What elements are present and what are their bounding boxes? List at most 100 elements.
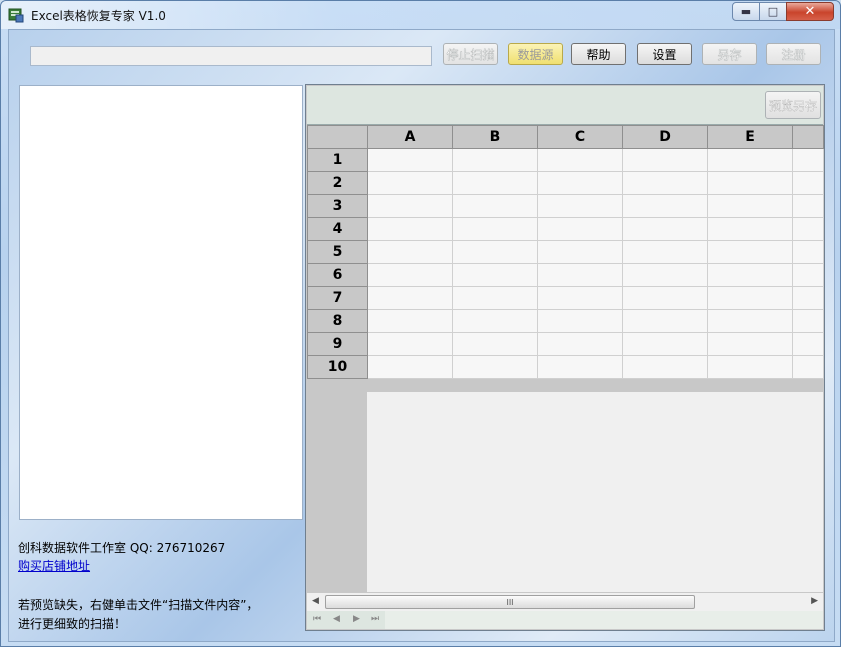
sheet-cell[interactable] — [707, 332, 793, 356]
row-header[interactable]: 5 — [307, 240, 368, 264]
sheet-cell[interactable] — [367, 286, 453, 310]
minimize-button[interactable]: ▬ — [732, 2, 760, 21]
sheet-cell[interactable] — [537, 171, 623, 195]
column-header[interactable]: C — [537, 125, 623, 149]
sheet-cell[interactable] — [452, 286, 538, 310]
sheet-cell[interactable] — [537, 217, 623, 241]
sheet-cell[interactable] — [622, 240, 708, 264]
sheet-cell[interactable] — [792, 332, 824, 356]
row-header[interactable]: 7 — [307, 286, 368, 310]
close-button[interactable]: ✕ — [786, 2, 834, 21]
sheet-cell[interactable] — [367, 148, 453, 172]
sheet-cell[interactable] — [537, 194, 623, 218]
column-header[interactable]: E — [707, 125, 793, 149]
row-header[interactable]: 2 — [307, 171, 368, 195]
sheet-cell[interactable] — [367, 194, 453, 218]
row-header[interactable]: 10 — [307, 355, 368, 379]
sheet-cell[interactable] — [367, 240, 453, 264]
file-list-panel[interactable] — [19, 85, 303, 520]
sheet-cell[interactable] — [367, 309, 453, 333]
sheet-cell[interactable] — [707, 286, 793, 310]
sheet-cell[interactable] — [537, 309, 623, 333]
sheet-cell[interactable] — [792, 194, 824, 218]
sheet-cell[interactable] — [622, 263, 708, 287]
sheet-cell[interactable] — [707, 171, 793, 195]
sheet-cell[interactable] — [622, 194, 708, 218]
row-header[interactable]: 1 — [307, 148, 368, 172]
sheet-cell[interactable] — [452, 217, 538, 241]
sheet-corner[interactable] — [307, 125, 368, 149]
sheet-cell[interactable] — [537, 332, 623, 356]
row-header[interactable]: 8 — [307, 309, 368, 333]
sheet-cell[interactable] — [452, 263, 538, 287]
sheet-cell[interactable] — [707, 355, 793, 379]
preview-save-as-button[interactable]: 预览另存 — [765, 91, 821, 119]
sheet-cell[interactable] — [707, 309, 793, 333]
sheet-cell[interactable] — [537, 240, 623, 264]
sheet-cell[interactable] — [622, 217, 708, 241]
sheet-cell[interactable] — [452, 194, 538, 218]
save-as-button[interactable]: 另存 — [702, 43, 757, 65]
sheet-cell[interactable] — [707, 148, 793, 172]
sheet-cell[interactable] — [452, 332, 538, 356]
scroll-left-icon[interactable]: ◀ — [312, 596, 319, 606]
sheet-cell[interactable] — [537, 286, 623, 310]
sheet-cell[interactable] — [367, 217, 453, 241]
sheet-cell[interactable] — [792, 217, 824, 241]
sheet-cell[interactable] — [622, 171, 708, 195]
sheet-cell[interactable] — [622, 355, 708, 379]
sheet-cell[interactable] — [792, 286, 824, 310]
column-header[interactable]: D — [622, 125, 708, 149]
sheet-cell[interactable] — [622, 332, 708, 356]
sheet-cell[interactable] — [452, 171, 538, 195]
sheet-cell[interactable] — [367, 263, 453, 287]
sheet-grid[interactable]: A B C D E 1 2 3 4 5 6 7 8 9 10 — [307, 125, 824, 379]
sheet-cell[interactable] — [622, 309, 708, 333]
first-sheet-icon[interactable]: ⏮ — [313, 614, 321, 624]
sheet-cell[interactable] — [707, 217, 793, 241]
prev-sheet-icon[interactable]: ◀ — [333, 614, 340, 624]
scroll-right-icon[interactable]: ▶ — [811, 596, 818, 606]
horizontal-scrollbar[interactable]: ◀ III ▶ — [307, 592, 823, 611]
shop-link[interactable]: 购买店铺地址 — [18, 557, 90, 574]
next-sheet-icon[interactable]: ▶ — [353, 614, 360, 624]
data-source-button[interactable]: 数据源 — [508, 43, 563, 65]
path-input[interactable] — [30, 46, 432, 66]
sheet-cell[interactable] — [367, 332, 453, 356]
sheet-cell[interactable] — [707, 263, 793, 287]
help-button[interactable]: 帮助 — [571, 43, 626, 65]
sheet-cell[interactable] — [537, 263, 623, 287]
sheet-cell[interactable] — [792, 355, 824, 379]
sheet-cell[interactable] — [707, 194, 793, 218]
sheet-cell[interactable] — [792, 263, 824, 287]
stop-scan-button[interactable]: 停止扫描 — [443, 43, 498, 65]
sheet-cell[interactable] — [452, 355, 538, 379]
settings-button[interactable]: 设置 — [637, 43, 692, 65]
title-bar[interactable]: Excel表格恢复专家 V1.0 ▬ □ ✕ — [1, 1, 840, 29]
sheet-cell[interactable] — [622, 148, 708, 172]
sheet-cell[interactable] — [792, 148, 824, 172]
sheet-cell[interactable] — [452, 309, 538, 333]
sheet-cell[interactable] — [622, 286, 708, 310]
column-header[interactable] — [792, 125, 824, 149]
sheet-cell[interactable] — [367, 355, 453, 379]
scroll-thumb[interactable]: III — [325, 595, 695, 609]
row-header[interactable]: 4 — [307, 217, 368, 241]
row-header[interactable]: 3 — [307, 194, 368, 218]
sheet-tab-area[interactable] — [385, 611, 823, 629]
row-header[interactable]: 6 — [307, 263, 368, 287]
maximize-button[interactable]: □ — [759, 2, 787, 21]
register-button[interactable]: 注册 — [766, 43, 821, 65]
sheet-cell[interactable] — [792, 171, 824, 195]
sheet-cell[interactable] — [792, 309, 824, 333]
sheet-cell[interactable] — [792, 240, 824, 264]
sheet-cell[interactable] — [537, 148, 623, 172]
sheet-cell[interactable] — [707, 240, 793, 264]
row-header[interactable]: 9 — [307, 332, 368, 356]
sheet-cell[interactable] — [452, 240, 538, 264]
sheet-cell[interactable] — [367, 171, 453, 195]
sheet-cell[interactable] — [452, 148, 538, 172]
column-header[interactable]: B — [452, 125, 538, 149]
sheet-cell[interactable] — [537, 355, 623, 379]
column-header[interactable]: A — [367, 125, 453, 149]
